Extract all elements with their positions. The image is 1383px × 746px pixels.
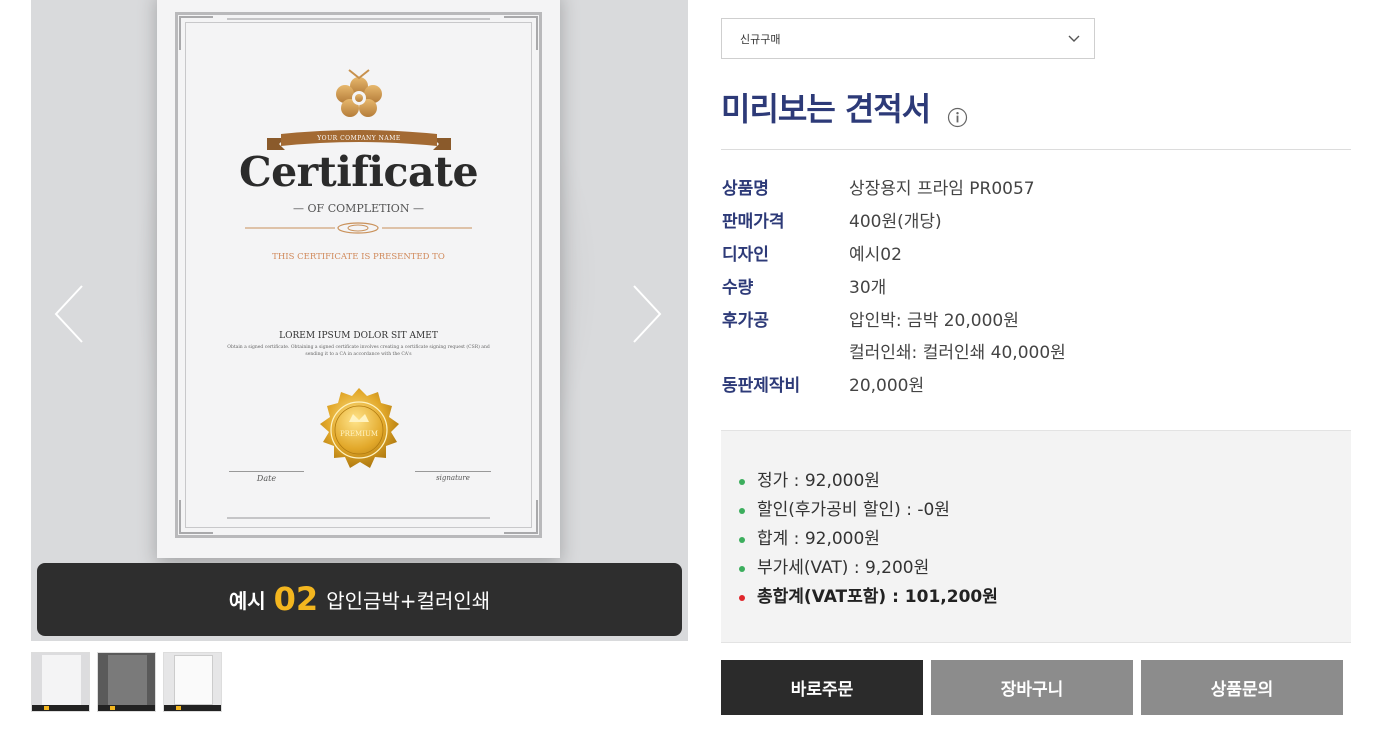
ribbon-text: YOUR COMPANY NAME <box>317 135 401 142</box>
spec-row: 후가공 압인박: 금박 20,000원 <box>722 305 1342 338</box>
bullet-icon <box>739 536 745 543</box>
summary-discount: 할인(후가공비 할인) : -0원 <box>739 496 1351 525</box>
bullet-icon <box>739 507 745 514</box>
seal-label: PREMIUM <box>340 430 378 438</box>
bullet-icon <box>739 594 745 601</box>
info-icon[interactable] <box>947 107 968 128</box>
thumbnail-strip <box>31 652 222 712</box>
spec-label: 판매가격 <box>722 212 785 232</box>
corner-ornament <box>179 16 213 50</box>
spec-row: 수량 30개 <box>722 272 1342 305</box>
summary-vat: 부가세(VAT) : 9,200원 <box>739 554 1351 583</box>
certificate-top-line <box>227 18 490 20</box>
caption-prefix: 예시 <box>228 589 266 613</box>
spec-label: 수량 <box>722 278 754 298</box>
title-divider <box>721 149 1351 150</box>
certificate-presented-text: THIS CERTIFICATE IS PRESENTED TO <box>272 252 445 262</box>
spec-value: 컬러인쇄: 컬러인쇄 40,000원 <box>849 343 1066 363</box>
thumbnail-2[interactable] <box>97 652 156 712</box>
order-now-button[interactable]: 바로주문 <box>721 660 923 715</box>
gold-seal-icon: PREMIUM <box>320 388 399 468</box>
estimate-title: 미리보는 견적서 <box>721 90 931 128</box>
spec-row: 디자인 예시02 <box>722 239 1342 272</box>
chevron-down-icon <box>1068 35 1080 42</box>
corner-ornament <box>179 500 213 534</box>
product-inquiry-button[interactable]: 상품문의 <box>1141 660 1343 715</box>
add-to-cart-button[interactable]: 장바구니 <box>931 660 1133 715</box>
spec-value: 예시02 <box>849 245 902 265</box>
thumbnail-3[interactable] <box>163 652 222 712</box>
bullet-icon <box>739 565 745 572</box>
corner-ornament <box>504 500 538 534</box>
spec-value: 30개 <box>849 278 887 298</box>
signature-line: signature <box>415 471 491 482</box>
flourish-divider-icon <box>245 222 472 234</box>
purchase-type-select[interactable]: 신규구매 <box>721 18 1095 59</box>
prev-arrow-icon[interactable] <box>54 284 84 344</box>
spec-label: 상품명 <box>722 179 769 199</box>
certificate-bottom-line <box>227 517 490 519</box>
caption-number: 02 <box>273 579 319 618</box>
certificate-description: Obtain a signed certificate. Obtaining a… <box>227 345 490 357</box>
price-summary: 정가 : 92,000원 할인(후가공비 할인) : -0원 합계 : 92,0… <box>721 430 1351 643</box>
spec-label: 동판제작비 <box>722 376 801 396</box>
spec-label: 후가공 <box>722 311 769 331</box>
summary-list-price: 정가 : 92,000원 <box>739 467 1351 496</box>
spec-row: 컬러인쇄: 컬러인쇄 40,000원 <box>722 337 1342 370</box>
thumbnail-1[interactable] <box>31 652 90 712</box>
caption-text: 압인금박+컬러인쇄 <box>326 589 491 613</box>
date-line: Date <box>229 471 304 483</box>
spec-value: 20,000원 <box>849 376 925 396</box>
product-gallery: YOUR COMPANY NAME Certificate — OF COMPL… <box>31 0 688 641</box>
estimate-spec-table: 상품명 상장용지 프라임 PR0057 판매가격 400원(개당) 디자인 예시… <box>722 173 1342 403</box>
corner-ornament <box>504 16 538 50</box>
spec-label <box>722 337 849 370</box>
example-caption-bar: 예시 02 압인금박+컬러인쇄 <box>37 563 682 636</box>
spec-value: 400원(개당) <box>849 212 942 232</box>
bullet-icon <box>739 478 745 485</box>
spec-row: 판매가격 400원(개당) <box>722 206 1342 239</box>
spec-row: 동판제작비 20,000원 <box>722 370 1342 403</box>
spec-row: 상품명 상장용지 프라임 PR0057 <box>722 173 1342 206</box>
certificate-lorem: LOREM IPSUM DOLOR SIT AMET <box>279 331 438 341</box>
select-value: 신규구매 <box>740 32 781 46</box>
certificate-title: Certificate <box>238 148 479 196</box>
spec-label: 디자인 <box>722 245 769 265</box>
spec-value: 압인박: 금박 20,000원 <box>849 311 1019 331</box>
certificate-subtitle: — OF COMPLETION — <box>293 202 424 215</box>
next-arrow-icon[interactable] <box>632 284 662 344</box>
summary-subtotal: 합계 : 92,000원 <box>739 525 1351 554</box>
certificate-preview: YOUR COMPANY NAME Certificate — OF COMPL… <box>157 0 560 558</box>
spec-value: 상장용지 프라임 PR0057 <box>849 179 1035 199</box>
gold-emblem-icon <box>336 69 382 117</box>
summary-total: 총합계(VAT포함) : 101,200원 <box>739 583 1351 612</box>
